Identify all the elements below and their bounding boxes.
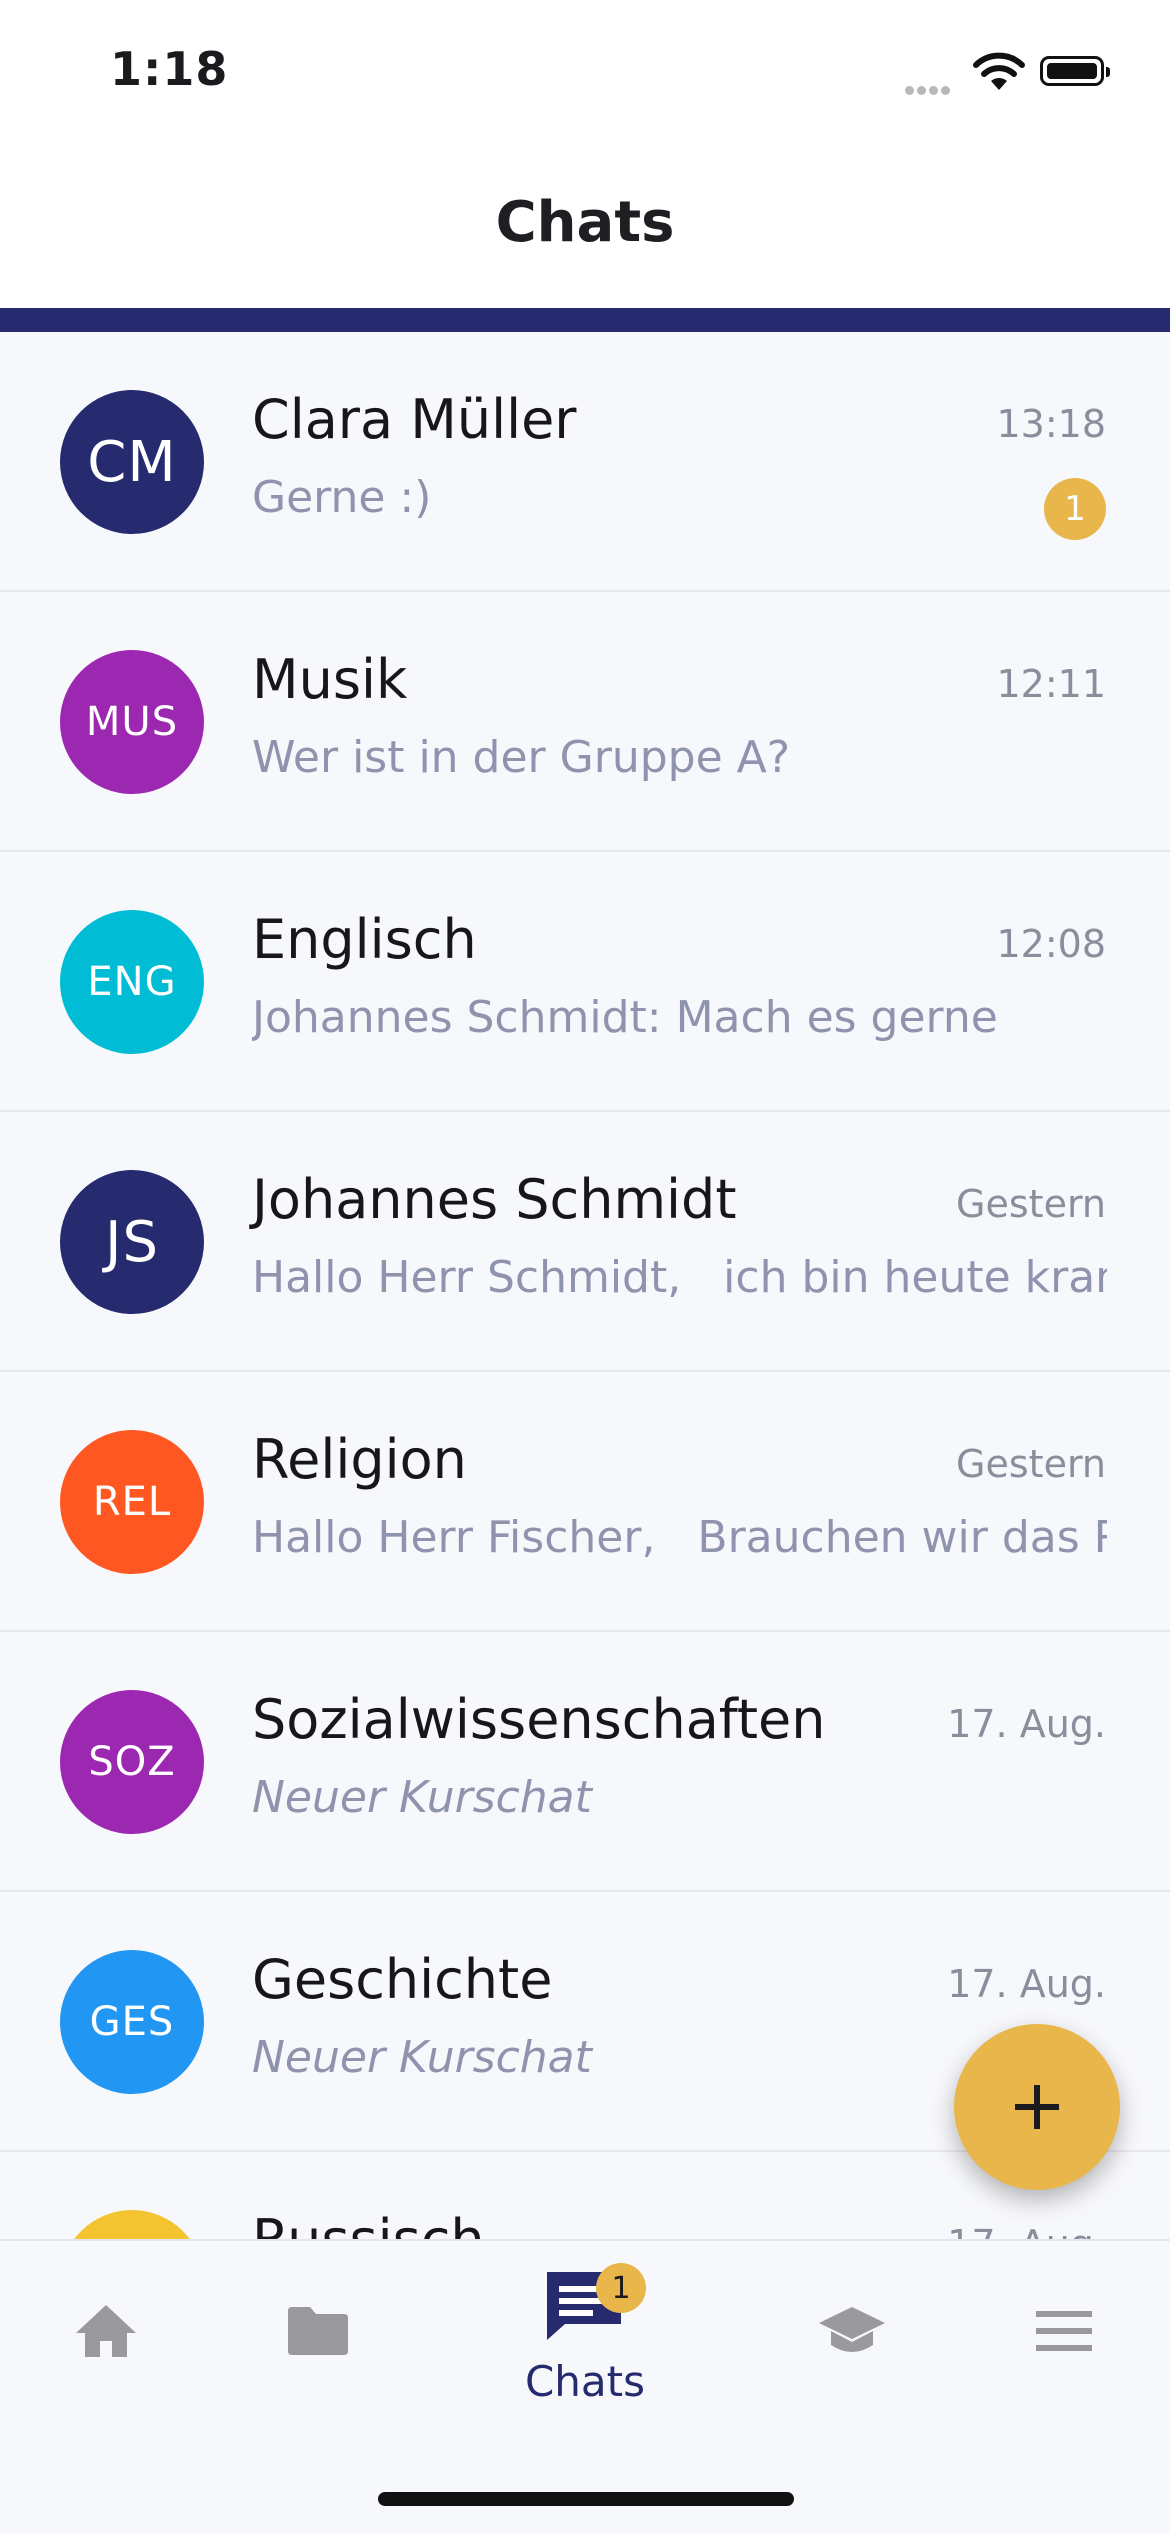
chat-preview: Hallo Herr Fischer, Brauchen wir das Rel bbox=[252, 1512, 1107, 1563]
chat-preview: Johannes Schmidt: Mach es gerne bbox=[252, 992, 998, 1043]
avatar bbox=[60, 2210, 204, 2239]
tab-menu[interactable] bbox=[984, 2241, 1144, 2421]
chat-time: 17. Aug. bbox=[947, 1702, 1106, 1746]
header-accent-bar bbox=[0, 308, 1170, 332]
graduation-cap-icon bbox=[819, 2307, 885, 2352]
chat-name: Johannes Schmidt bbox=[252, 1168, 737, 1231]
chat-name: Clara Müller bbox=[252, 388, 577, 451]
chat-name: Geschichte bbox=[252, 1948, 553, 2011]
unread-badge: 1 bbox=[1044, 478, 1106, 540]
chat-time: 12:08 bbox=[996, 922, 1106, 966]
tab-courses[interactable] bbox=[772, 2241, 932, 2421]
chat-time: Gestern bbox=[956, 1182, 1106, 1226]
avatar: JS bbox=[60, 1170, 204, 1314]
avatar: MUS bbox=[60, 650, 204, 794]
avatar: CM bbox=[60, 390, 204, 534]
chat-time: Gestern bbox=[956, 1442, 1106, 1486]
avatar: SOZ bbox=[60, 1690, 204, 1834]
chat-name: Musik bbox=[252, 648, 408, 711]
chat-list-item[interactable]: ENG Englisch 12:08 Johannes Schmidt: Mach e… bbox=[0, 852, 1170, 1112]
folder-icon bbox=[288, 2307, 348, 2355]
home-indicator bbox=[378, 2492, 794, 2506]
navigation-header: Chats bbox=[0, 150, 1170, 308]
chat-name: Russisch bbox=[252, 2208, 485, 2239]
chat-preview: Gerne :) bbox=[252, 472, 432, 523]
chat-time: 12:11 bbox=[996, 662, 1106, 706]
new-chat-button[interactable] bbox=[954, 2024, 1120, 2190]
chat-list-item[interactable]: REL Religion Gestern Hallo Herr Fischer, Br… bbox=[0, 1372, 1170, 1632]
chat-preview: Hallo Herr Schmidt, ich bin heute krank, bbox=[252, 1252, 1107, 1303]
status-bar: 1:18 bbox=[0, 0, 1170, 150]
chats-unread-badge: 1 bbox=[596, 2263, 646, 2313]
chat-list-item[interactable]: JS Johannes Schmidt Gestern Hallo Herr Schm… bbox=[0, 1112, 1170, 1372]
chat-time: 17. Aug. bbox=[947, 1962, 1106, 2006]
chat-time: 17. Aug. bbox=[947, 2222, 1106, 2239]
avatar: REL bbox=[60, 1430, 204, 1574]
chat-name: Religion bbox=[252, 1428, 467, 1491]
plus-icon bbox=[1015, 2085, 1059, 2129]
avatar: ENG bbox=[60, 910, 204, 1054]
chat-list-item[interactable]: MUS Musik 12:11 Wer ist in der Gruppe A? bbox=[0, 592, 1170, 852]
avatar: GES bbox=[60, 1950, 204, 2094]
page-title: Chats bbox=[495, 190, 675, 255]
wifi-icon bbox=[973, 52, 1025, 90]
chat-list-item[interactable]: CM Clara Müller 13:18 Gerne :) 1 bbox=[0, 332, 1170, 592]
chat-preview: Neuer Kurschat bbox=[252, 1772, 592, 1823]
battery-icon bbox=[1040, 56, 1110, 86]
tab-bar: 1 Chats bbox=[0, 2239, 1170, 2534]
chat-list-item[interactable]: SOZ Sozialwissenschaften 17. Aug. Neuer Kur… bbox=[0, 1632, 1170, 1892]
home-icon bbox=[76, 2305, 136, 2357]
cellular-signal-icon bbox=[905, 80, 953, 99]
chat-name: Englisch bbox=[252, 908, 477, 971]
status-time: 1:18 bbox=[110, 42, 229, 96]
chat-preview: Wer ist in der Gruppe A? bbox=[252, 732, 791, 783]
menu-icon bbox=[1036, 2311, 1092, 2351]
chat-list[interactable]: CM Clara Müller 13:18 Gerne :) 1 MUS Musik 12:1… bbox=[0, 332, 1170, 2239]
chat-time: 13:18 bbox=[996, 402, 1106, 446]
chat-name: Sozialwissenschaften bbox=[252, 1688, 826, 1751]
